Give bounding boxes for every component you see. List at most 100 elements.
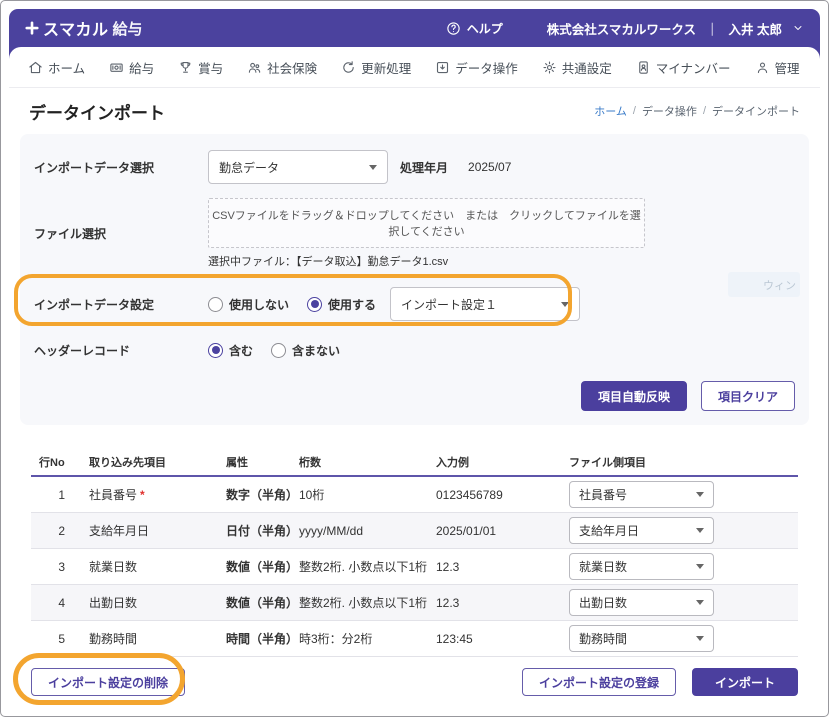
dropzone-text: CSVファイルをドラッグ＆ドロップしてください または クリックしてファイルを選… [212,210,641,238]
file-select-label: ファイル選択 [34,227,107,241]
chevron-down-icon[interactable] [792,22,804,34]
mapping-table: 行No 取り込み先項目 属性 桁数 入力例 ファイル側項目 1 社員番号 * 数字… [31,449,798,657]
radio-icon-unselected[interactable] [208,296,223,312]
payroll-icon [109,60,124,75]
bonus-icon [178,60,193,75]
import-data-select[interactable]: 勤怠データ [208,150,388,184]
breadcrumb-section-link[interactable]: データ操作 [642,103,697,119]
table-row: 5 勤務時間 時間（半角） 時3桁：分2桁 123:45 勤務時間 [31,621,798,657]
table-row: 2 支給年月日 日付（半角） yyyy/MM/dd 2025/01/01 支給年… [31,513,798,549]
nav-item-admin[interactable]: 管理 [755,58,800,77]
footer-actions: インポート設定の削除 インポート設定の登録 インポート [13,653,798,705]
help-icon [446,21,461,36]
nav-label: 管理 [774,61,800,76]
nav-item-bonus[interactable]: 賞与 [178,58,223,77]
row-no: 3 [58,559,65,574]
col-header-example: 入力例 [436,457,469,469]
radio-option-not-use[interactable]: 使用しない [208,296,289,313]
refresh-icon [341,60,356,75]
nav-label: 給与 [129,61,155,76]
table-row: 3 就業日数 数値（半角） 整数2桁. 小数点以下1桁 12.3 就業日数 [31,549,798,585]
chevron-down-icon [696,564,704,569]
attribute: 数字（半角） [226,488,299,502]
import-setting-select[interactable]: インポート設定１ [390,287,581,321]
radio-icon-selected[interactable] [208,342,223,358]
company-name: 株式会社スマカルワークス [546,22,696,37]
app-header: スマカル 給与 ヘルプ 株式会社スマカルワークス ｜ 入井 太郎 ホーム 給与 … [9,9,820,88]
example: 2025/01/01 [436,523,497,538]
nav-item-update[interactable]: 更新処理 [341,58,411,77]
breadcrumb: ホーム / データ操作 / データインポート [594,103,800,119]
gear-icon [542,60,557,75]
example: 0123456789 [436,487,503,502]
nav-label: 賞与 [198,61,224,76]
radio-label: 含む [229,343,254,358]
nav-item-social-insurance[interactable]: 社会保険 [247,58,317,77]
import-select-row: インポートデータ選択 勤怠データ 処理年月 2025/07 [34,150,795,184]
nav-label: データ操作 [455,61,518,76]
radio-icon-unselected[interactable] [271,342,287,358]
attribute: 数値（半角） [226,560,299,574]
auto-reflect-button[interactable]: 項目自動反映 [580,381,687,411]
import-setting-select-value: インポート設定１ [401,297,498,312]
radio-label: 使用する [328,297,377,312]
nav-item-settings[interactable]: 共通設定 [542,58,612,77]
selected-file-text: 選択中ファイル：【データ取込】勤怠データ1.csv [208,256,449,268]
chevron-down-icon [369,164,377,170]
import-setting-label: インポートデータ設定 [34,297,155,312]
nav-label: マイナンバー [655,61,731,76]
row-no: 2 [58,523,65,538]
header-record-row: ヘッダーレコード 含む 含まない [34,341,795,359]
nav-item-payroll[interactable]: 給与 [109,58,154,77]
header-record-label: ヘッダーレコード [34,343,131,358]
logo-product-text: 給与 [112,20,143,38]
target-item: 社員番号 * [89,488,145,502]
clear-items-button[interactable]: 項目クリア [700,381,795,411]
radio-option-use[interactable]: 使用する [307,296,376,313]
chevron-down-icon [696,600,704,605]
radio-option-exclude[interactable]: 含まない [271,342,340,359]
import-button[interactable]: インポート [691,668,798,696]
help-button[interactable]: ヘルプ [446,20,503,37]
nav-label: 共通設定 [561,61,612,76]
home-icon [28,60,43,75]
breadcrumb-home-link[interactable]: ホーム [594,103,627,119]
import-data-select-value: 勤怠データ [219,160,280,175]
delete-import-setting-button[interactable]: インポート設定の削除 [31,668,186,696]
attribute: 時間（半角） [226,632,299,646]
radio-label: 使用しない [229,297,290,312]
csv-dropzone[interactable]: CSVファイルをドラッグ＆ドロップしてください または クリックしてファイルを選… [208,198,645,248]
radio-option-include[interactable]: 含む [208,342,253,359]
file-item-select[interactable]: 勤務時間 [569,625,714,652]
chevron-down-icon [561,301,570,307]
app-window: スマカル 給与 ヘルプ 株式会社スマカルワークス ｜ 入井 太郎 ホーム 給与 … [0,0,829,717]
file-item-select[interactable]: 支給年月日 [569,517,714,544]
file-item-select[interactable]: 出勤日数 [569,589,714,616]
social-insurance-icon [247,60,262,75]
register-import-setting-button[interactable]: インポート設定の登録 [521,668,676,696]
example: 123:45 [436,631,473,646]
example: 12.3 [436,559,460,574]
table-row: 4 出勤日数 数値（半角） 整数2桁. 小数点以下1桁 12.3 出勤日数 [31,585,798,621]
example: 12.3 [436,595,460,610]
mynumber-card-icon [636,60,651,75]
radio-label: 含まない [292,343,341,358]
row-no: 1 [58,487,65,502]
breadcrumb-current: データインポート [712,106,800,118]
row-no: 5 [58,631,65,646]
nav-item-home[interactable]: ホーム [28,58,85,77]
table-row: 1 社員番号 * 数字（半角） 10桁 0123456789 社員番号 [31,477,798,513]
digits: 整数2桁. 小数点以下1桁 [299,596,428,610]
user-name[interactable]: 入井 太郎 [729,19,782,38]
col-header-file-item: ファイル側項目 [569,457,646,469]
col-header-target-item: 取り込み先項目 [89,457,166,469]
attribute: 数値（半角） [226,596,299,610]
file-item-select[interactable]: 社員番号 [569,481,714,508]
nav-item-data-operation[interactable]: データ操作 [435,58,518,77]
digits: 整数2桁. 小数点以下1桁 [299,560,428,574]
file-item-select[interactable]: 就業日数 [569,553,714,580]
nav-item-mynumber[interactable]: マイナンバー [636,58,731,77]
file-select-row: ファイル選択 CSVファイルをドラッグ＆ドロップしてください または クリックし… [34,198,795,269]
target-item: 勤務時間 [89,632,138,646]
radio-icon-selected[interactable] [307,296,323,312]
